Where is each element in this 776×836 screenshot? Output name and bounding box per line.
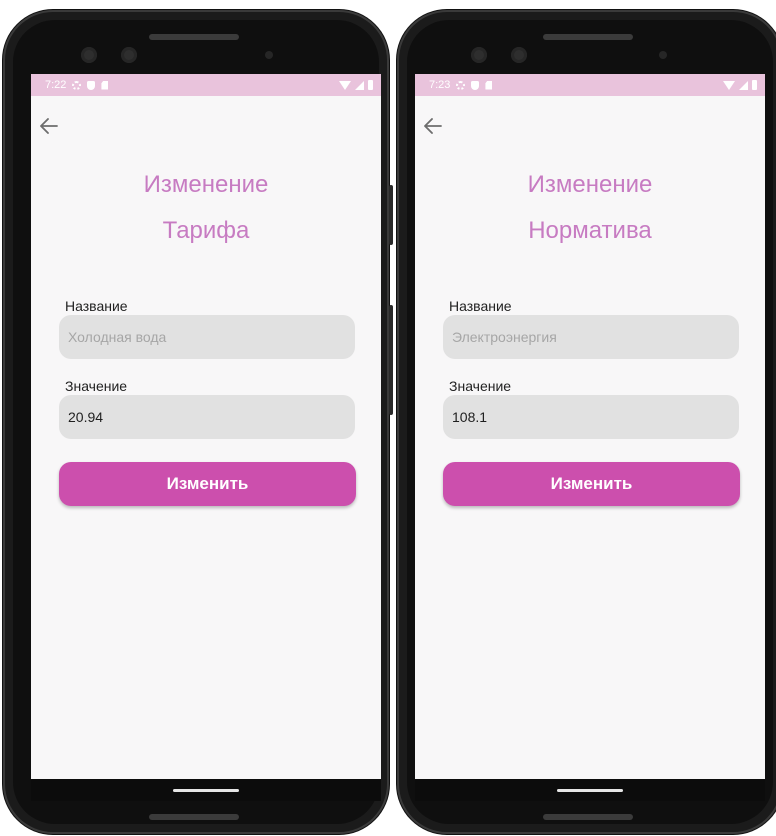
change-button-label: Изменить <box>166 474 249 493</box>
navigation-bar <box>31 779 381 801</box>
gear-icon <box>456 80 466 90</box>
status-time: 7:22 <box>45 79 67 91</box>
value-input[interactable]: 20.94 <box>59 395 355 439</box>
value-input-text: 20.94 <box>68 409 104 425</box>
front-camera <box>81 47 97 63</box>
phone-frame-right: 7:23 Изменение Норматива Название Электр… <box>397 10 776 834</box>
home-gesture-handle[interactable] <box>173 788 239 792</box>
gear-icon <box>72 80 82 90</box>
name-label: Название <box>449 298 512 314</box>
value-input[interactable]: 108.1 <box>443 395 739 439</box>
app-screen-norm: 7:23 Изменение Норматива Название Электр… <box>415 74 765 779</box>
wifi-icon <box>723 80 735 90</box>
status-bar: 7:22 <box>31 74 381 96</box>
back-button[interactable] <box>35 112 63 140</box>
signal-icon <box>739 80 748 90</box>
name-input[interactable]: Холодная вода <box>59 315 355 359</box>
shield-icon <box>471 80 480 90</box>
change-button[interactable]: Изменить <box>443 462 740 506</box>
arrow-back-icon <box>40 118 58 134</box>
arrow-back-icon <box>424 118 442 134</box>
page-title-line1: Изменение <box>143 171 269 198</box>
home-gesture-handle[interactable] <box>557 788 623 792</box>
value-label: Значение <box>449 378 512 394</box>
change-button[interactable]: Изменить <box>59 462 356 506</box>
proximity-sensor <box>659 51 667 59</box>
value-input-text: 108.1 <box>452 409 488 425</box>
front-camera <box>471 47 487 63</box>
battery-icon <box>368 80 373 90</box>
page-title-line2: Норматива <box>528 217 652 244</box>
proximity-sensor <box>265 51 273 59</box>
wifi-icon <box>339 80 351 90</box>
bottom-speaker <box>149 814 239 820</box>
earpiece-speaker <box>543 34 633 40</box>
back-button[interactable] <box>419 112 447 140</box>
front-camera-secondary <box>511 47 527 63</box>
name-input[interactable]: Электроэнергия <box>443 315 739 359</box>
sim-card-icon <box>101 80 109 90</box>
navigation-bar <box>415 779 765 801</box>
page-title-line2: Тарифа <box>162 217 250 244</box>
name-input-placeholder: Электроэнергия <box>452 329 557 345</box>
shield-icon <box>87 80 96 90</box>
page-title-line1: Изменение <box>527 171 653 198</box>
power-button <box>389 305 393 415</box>
status-bar: 7:23 <box>415 74 765 96</box>
earpiece-speaker <box>149 34 239 40</box>
phone-frame-left: 7:22 Изменение Тарифа Название Холодная … <box>3 10 389 834</box>
signal-icon <box>355 80 364 90</box>
name-label: Название <box>65 298 128 314</box>
front-camera-secondary <box>121 47 137 63</box>
bottom-speaker <box>543 814 633 820</box>
status-time: 7:23 <box>429 79 451 91</box>
volume-button <box>389 185 393 245</box>
name-input-placeholder: Холодная вода <box>68 329 167 345</box>
battery-icon <box>752 80 757 90</box>
change-button-label: Изменить <box>550 474 633 493</box>
value-label: Значение <box>65 378 128 394</box>
app-screen-tariff: 7:22 Изменение Тарифа Название Холодная … <box>31 74 381 779</box>
sim-card-icon <box>485 80 493 90</box>
